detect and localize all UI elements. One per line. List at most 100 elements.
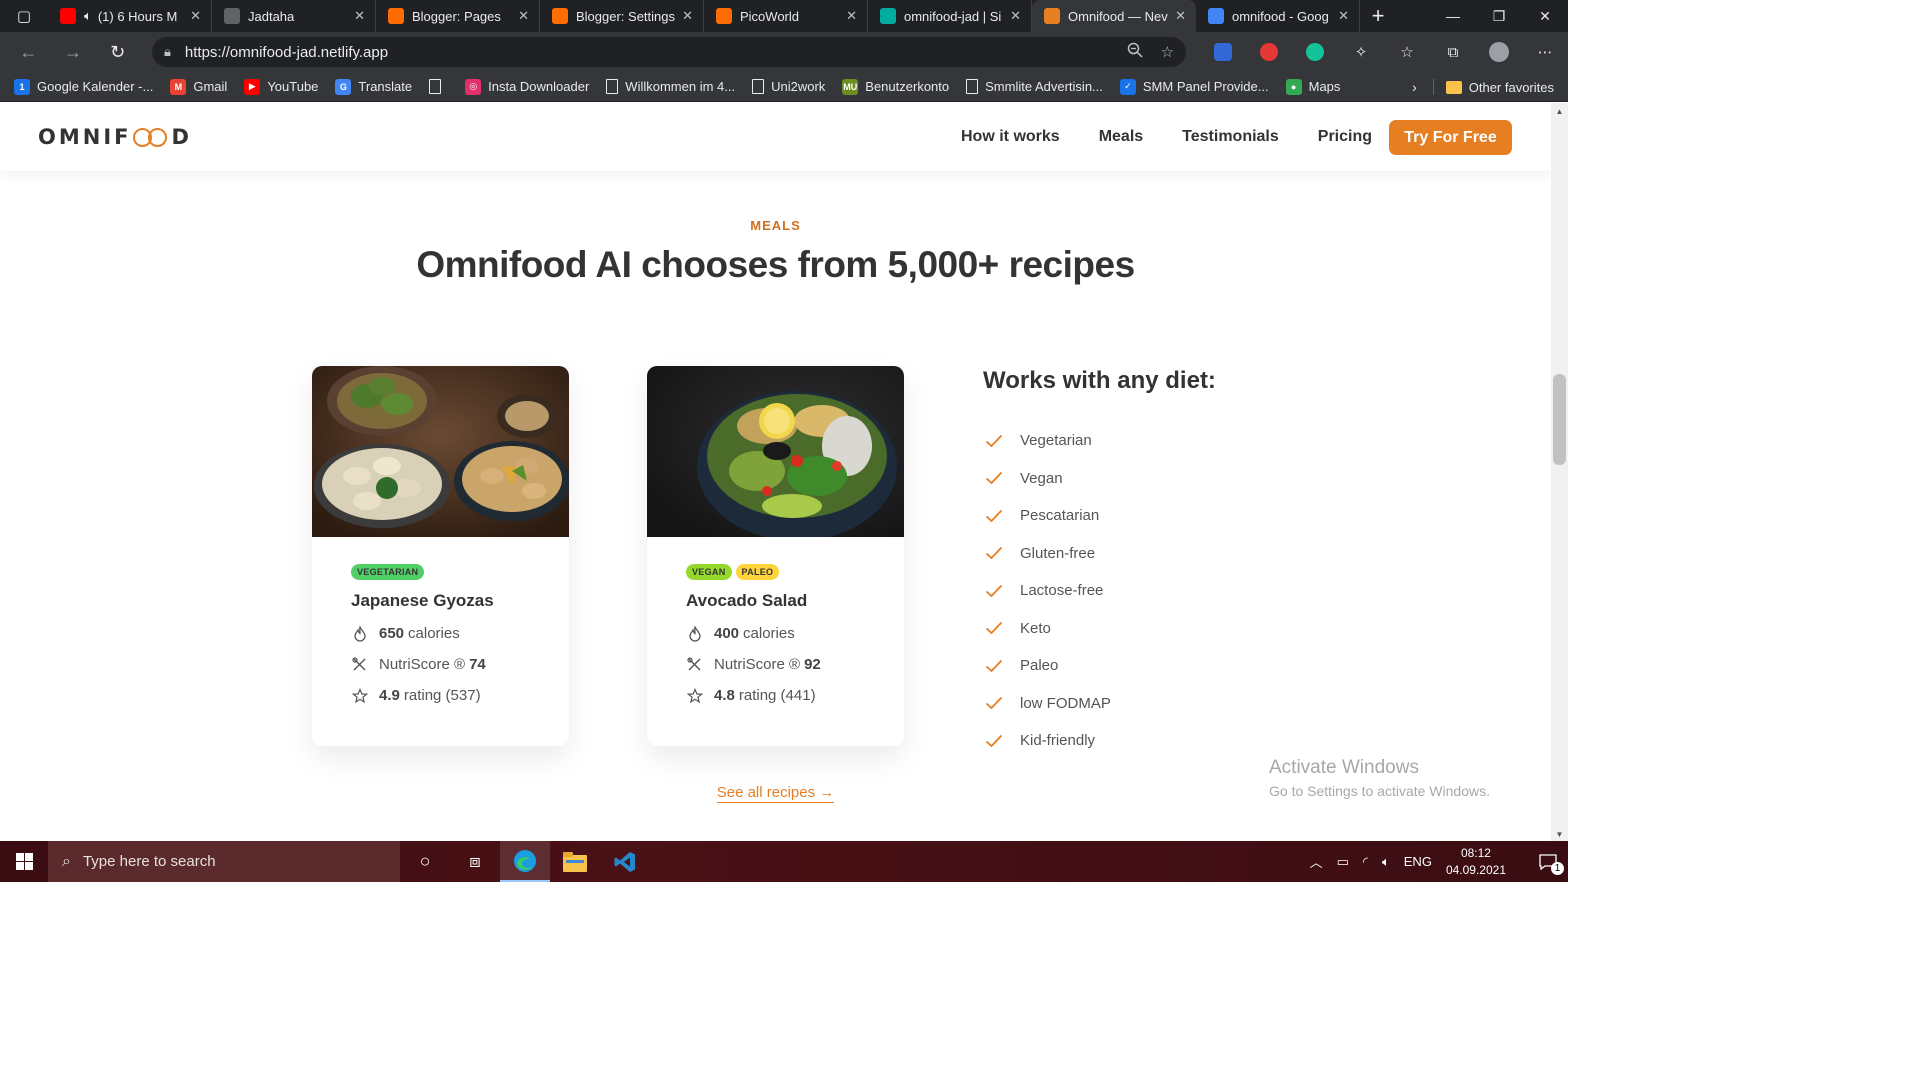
nav-link[interactable]: Testimonials [1182, 128, 1279, 146]
tab-close-icon[interactable]: ✕ [190, 8, 201, 24]
url-text[interactable]: https://omnifood-jad.netlify.app [185, 44, 1109, 61]
notifications-icon[interactable]: 1 [1528, 853, 1568, 875]
bookmark-item[interactable]: Smmlite Advertisin... [966, 79, 1103, 94]
wifi-icon[interactable]: ◜ [1363, 854, 1368, 870]
nutriscore-value: 74 [469, 656, 486, 673]
back-icon[interactable]: ← [6, 42, 51, 63]
show-hidden-icons-icon[interactable]: ︿ [1310, 852, 1323, 871]
diet-item: Lactose-free [985, 572, 1111, 610]
bookmark-item[interactable]: ✓ SMM Panel Provide... [1119, 78, 1269, 95]
extension-grid-icon[interactable] [1200, 42, 1246, 62]
edge-browser-icon[interactable] [500, 841, 550, 882]
page-scrollbar[interactable]: ▲ ▼ [1551, 103, 1568, 841]
scroll-up-icon[interactable]: ▲ [1551, 107, 1568, 116]
tab-actions-menu-icon[interactable]: ▢ [0, 0, 48, 32]
scrollbar-thumb[interactable] [1553, 374, 1566, 465]
other-favorites[interactable]: Other favorites [1469, 80, 1554, 95]
task-view-icon[interactable]: ⧈ [450, 841, 500, 882]
google-icon [1208, 8, 1224, 24]
tab-close-icon[interactable]: ✕ [682, 8, 693, 24]
meal-tag: Paleo [735, 564, 780, 580]
bookmark-label: Insta Downloader [488, 79, 590, 94]
zoom-icon[interactable] [1127, 42, 1143, 62]
minimize-icon[interactable]: — [1430, 0, 1476, 32]
extension-adblock-icon[interactable] [1246, 42, 1292, 62]
favorites-icon[interactable]: ☆ [1384, 42, 1430, 62]
bookmark-item[interactable]: G Translate [335, 78, 412, 95]
grammarly-icon[interactable] [1292, 42, 1338, 62]
notification-count-badge: 1 [1551, 861, 1564, 875]
close-window-icon[interactable]: ✕ [1522, 0, 1568, 32]
browser-tab[interactable]: omnifood-jad | Si ✕ [868, 0, 1032, 32]
tab-close-icon[interactable]: ✕ [1010, 8, 1021, 24]
browser-tab[interactable]: Blogger: Settings ✕ [540, 0, 704, 32]
new-tab-button[interactable]: + [1360, 0, 1396, 32]
bookmark-item[interactable]: Uni2work [752, 79, 825, 94]
meal-card-avocado-salad: Vegan Paleo Avocado Salad 400 calories Nu… [647, 366, 904, 746]
forward-icon[interactable]: → [51, 42, 96, 63]
taskbar-search-box[interactable]: ⌕ Type here to search [48, 841, 400, 882]
tab-audio-icon[interactable]: 🔈︎ [84, 8, 92, 24]
add-favorite-icon[interactable]: ☆ [1161, 43, 1174, 61]
diet-label: Lactose-free [1020, 582, 1104, 600]
cortana-icon[interactable]: ○ [400, 841, 450, 882]
browser-tab[interactable]: 🔈︎ (1) 6 Hours M ✕ [48, 0, 212, 32]
clock-time: 08:12 [1460, 845, 1491, 860]
volume-icon[interactable]: 🔈︎ [1382, 854, 1390, 870]
meal-rating: 4.8 rating (441) [686, 687, 866, 704]
vscode-icon[interactable] [600, 841, 650, 882]
scroll-down-icon[interactable]: ▼ [1551, 830, 1568, 839]
windows-start-icon[interactable] [0, 841, 48, 882]
settings-more-icon[interactable]: ⋯ [1522, 42, 1568, 62]
watermark-subtitle: Go to Settings to activate Windows. [1269, 783, 1490, 799]
diet-label: Paleo [1020, 657, 1059, 675]
bookmark-item[interactable]: Willkommen im 4... [606, 79, 735, 94]
tab-close-icon[interactable]: ✕ [1175, 8, 1186, 24]
see-all-recipes-link[interactable]: See all recipes → [716, 784, 835, 803]
nav-link[interactable]: How it works [961, 128, 1060, 146]
language-indicator[interactable]: ENG [1404, 854, 1432, 869]
bookmark-item[interactable] [429, 79, 448, 94]
tab-close-icon[interactable]: ✕ [846, 8, 857, 24]
browser-tab[interactable]: omnifood - Goog ✕ [1196, 0, 1360, 32]
bookmark-item[interactable]: ● Maps [1285, 78, 1340, 95]
restore-icon[interactable]: ❐ [1476, 0, 1522, 32]
tab-close-icon[interactable]: ✕ [518, 8, 529, 24]
web-page: OMNIF D How it works Meals Testimonials Pri… [0, 103, 1551, 841]
tab-label: (1) 6 Hours M [97, 8, 178, 24]
cutlery-icon [686, 657, 703, 672]
tab-close-icon[interactable]: ✕ [1338, 8, 1349, 24]
main-nav: How it works Meals Testimonials Pricing [961, 103, 1411, 171]
browser-tab[interactable]: Blogger: Pages ✕ [376, 0, 540, 32]
bookmark-item[interactable]: 1 Google Kalender -... [14, 78, 153, 95]
omnifood-logo[interactable]: OMNIF D [38, 125, 192, 149]
tab-close-icon[interactable]: ✕ [354, 8, 365, 24]
clock[interactable]: 08:12 04.09.2021 [1446, 845, 1506, 879]
try-for-free-button[interactable]: Try For Free [1389, 120, 1512, 155]
battery-icon[interactable]: ▭ [1337, 854, 1349, 870]
bookmark-label: Smmlite Advertisin... [985, 79, 1103, 94]
nav-link[interactable]: Meals [1099, 128, 1143, 146]
profile-avatar-icon[interactable] [1476, 42, 1522, 62]
diets-title: Works with any diet: [983, 367, 1216, 394]
bookmarks-overflow-icon[interactable]: › [1412, 79, 1417, 95]
bookmark-item[interactable]: ▶ YouTube [244, 78, 318, 95]
nutriscore-value: 92 [804, 656, 821, 673]
extensions-icon[interactable]: ✧ [1338, 42, 1384, 62]
diet-label: Keto [1020, 619, 1051, 637]
bookmark-item[interactable]: ◎ Insta Downloader [465, 78, 590, 95]
nav-link[interactable]: Pricing [1318, 128, 1372, 146]
browser-tab[interactable]: PicoWorld ✕ [704, 0, 868, 32]
collections-icon[interactable]: ⧉ [1430, 42, 1476, 62]
file-explorer-icon[interactable] [550, 841, 600, 882]
bookmark-item[interactable]: M Gmail [170, 78, 227, 95]
address-bar[interactable]: 🔒︎ https://omnifood-jad.netlify.app ☆ [151, 37, 1187, 67]
flame-icon [686, 625, 703, 642]
browser-tab[interactable]: Omnifood — Nev ✕ [1032, 0, 1196, 32]
bookmark-item[interactable]: MU Benutzerkonto [842, 78, 949, 95]
browser-tab[interactable]: Jadtaha ✕ [212, 0, 376, 32]
lock-icon[interactable]: 🔒︎ [164, 44, 171, 60]
reload-icon[interactable]: ↻ [95, 42, 140, 63]
tab-label: Blogger: Settings [576, 8, 676, 24]
bookmark-favicon-icon: MU [842, 78, 859, 95]
